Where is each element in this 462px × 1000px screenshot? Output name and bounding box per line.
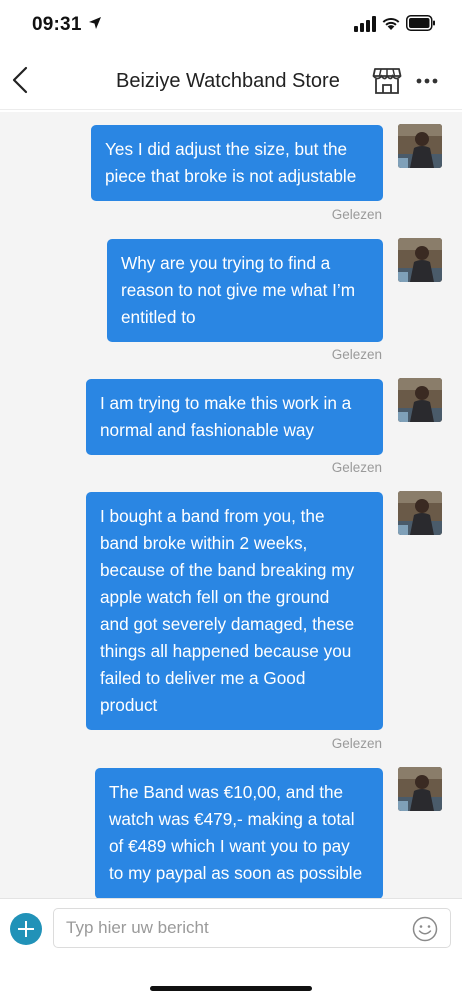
avatar[interactable] <box>398 238 442 282</box>
message-line: piece that broke is not adjustable <box>105 166 357 186</box>
message-line: product <box>100 695 158 715</box>
message-input[interactable] <box>53 908 451 948</box>
chat-area[interactable]: Yes I did adjust the size, but the piece… <box>0 112 462 898</box>
nav-bar: Beiziye Watchband Store <box>0 52 462 110</box>
user-photo-icon <box>398 238 442 282</box>
message-line: normal and fashionable way <box>100 420 315 440</box>
location-arrow-icon <box>89 17 101 29</box>
avatar[interactable] <box>398 124 442 168</box>
user-photo-icon <box>398 767 442 811</box>
read-receipt: Gelezen <box>331 207 382 222</box>
message-composer <box>0 898 462 962</box>
message-line: failed to deliver me a Good <box>100 668 306 688</box>
message-line: of €489 which I want you to pay <box>109 836 350 856</box>
message-line: watch was €479,- making a total <box>109 809 355 829</box>
avatar[interactable] <box>398 491 442 535</box>
message-bubble[interactable]: The Band was €10,00, and the watch was €… <box>95 768 383 898</box>
add-attachment-button[interactable] <box>10 913 42 945</box>
message-line: The Band was €10,00, and the <box>109 782 344 802</box>
message-line: apple watch fell on the ground <box>100 587 330 607</box>
message-line: Why are you trying to find a <box>121 253 331 273</box>
wifi-icon <box>382 17 400 30</box>
avatar[interactable] <box>398 767 442 811</box>
read-receipt: Gelezen <box>331 347 382 362</box>
message-bubble[interactable]: Why are you trying to find a reason to n… <box>107 239 383 342</box>
message-line: and got severely damaged, these <box>100 614 355 634</box>
message-line: Yes I did adjust the size, but the <box>105 139 348 159</box>
read-receipt: Gelezen <box>331 460 382 475</box>
message-line: entitled to <box>121 307 196 327</box>
store-icon[interactable] <box>372 66 402 96</box>
message-line: I bought a band from you, the <box>100 506 325 526</box>
chevron-left-icon[interactable] <box>8 64 34 96</box>
message-line: things all happened because you <box>100 641 352 661</box>
message-line: because of the band breaking my <box>100 560 355 580</box>
user-photo-icon <box>398 378 442 422</box>
battery-icon <box>406 15 435 31</box>
status-bar: 09:31 <box>0 0 462 50</box>
avatar[interactable] <box>398 378 442 422</box>
message-line: I am trying to make this work in a <box>100 393 352 413</box>
status-time: 09:31 <box>32 14 82 35</box>
message-bubble[interactable]: I bought a band from you, the band broke… <box>86 492 383 730</box>
user-photo-icon <box>398 124 442 168</box>
page-title: Beiziye Watchband Store <box>116 70 340 92</box>
more-dots-icon[interactable] <box>416 78 438 84</box>
message-line: reason to not give me what I’m <box>121 280 356 300</box>
message-bubble[interactable]: Yes I did adjust the size, but the piece… <box>91 125 383 201</box>
home-indicator[interactable] <box>150 986 312 991</box>
read-receipt: Gelezen <box>331 736 382 751</box>
user-photo-icon <box>398 491 442 535</box>
cellular-signal-icon <box>354 16 376 32</box>
message-line: band broke within 2 weeks, <box>100 533 308 553</box>
message-line: to my paypal as soon as possible <box>109 863 363 883</box>
emoji-icon[interactable] <box>412 916 438 942</box>
message-bubble[interactable]: I am trying to make this work in a norma… <box>86 379 383 455</box>
